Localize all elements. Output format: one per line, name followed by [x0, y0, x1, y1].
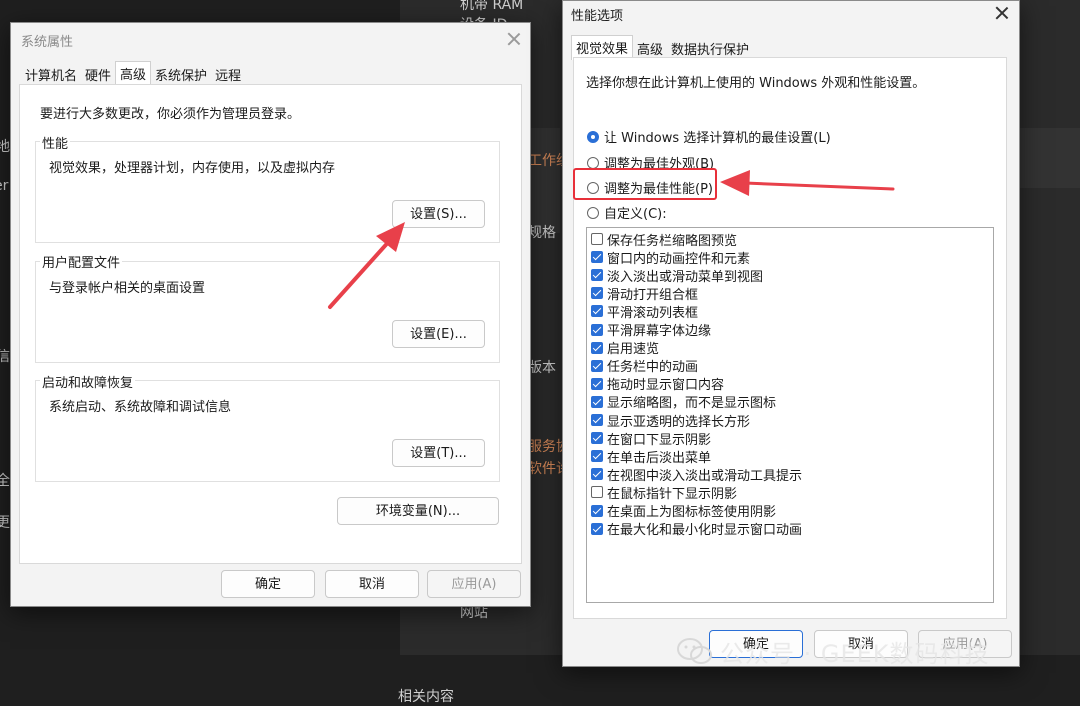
watermark-text: 公众号 · GEEK数码科技 — [720, 640, 990, 668]
arrow-to-performance-settings — [328, 222, 405, 309]
annotation-arrows — [328, 170, 895, 309]
arrow-to-best-performance — [720, 170, 895, 196]
wechat-icon — [677, 638, 712, 664]
